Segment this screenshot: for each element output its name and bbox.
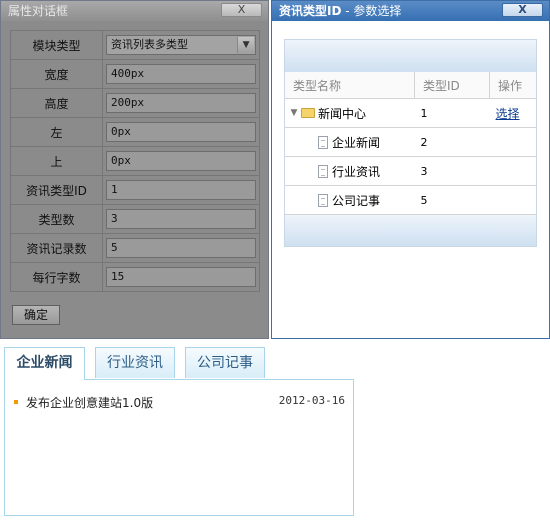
tree-node-label: 企业新闻: [332, 135, 381, 150]
folder-icon: [301, 108, 315, 118]
property-dialog-titlebar[interactable]: 属性对话框 X: [1, 1, 268, 21]
property-row: 左 0px: [9, 117, 260, 147]
height-field[interactable]: 200px: [106, 93, 257, 113]
property-dialog-title: 属性对话框: [8, 4, 69, 18]
property-row: 宽度 400px: [9, 59, 260, 89]
parameter-dialog: 资讯类型ID - 参数选择 X 类型名称 类型ID 操作 ▼ 新闻中心 1 选择: [271, 0, 550, 339]
property-row: 高度 200px: [9, 88, 260, 118]
parameter-dialog-title: 资讯类型ID: [279, 4, 342, 18]
property-label: 左: [9, 117, 104, 147]
tree-node-label: 行业资讯: [332, 164, 381, 179]
document-icon: [318, 164, 328, 178]
list-item[interactable]: 发布企业创意建站1.0版 2012-03-16: [13, 394, 345, 410]
left-field[interactable]: 0px: [106, 122, 257, 142]
tree-row[interactable]: 行业资讯 3: [285, 156, 536, 186]
module-type-select[interactable]: 资讯列表多类型 ▼: [106, 35, 257, 55]
tab-industry-news[interactable]: 行业资讯: [95, 347, 175, 378]
tab-company-notes[interactable]: 公司记事: [185, 347, 265, 378]
type-tree-panel: 类型名称 类型ID 操作 ▼ 新闻中心 1 选择 企业新闻 2 行业资讯 3 公…: [284, 39, 537, 247]
news-title-link[interactable]: 发布企业创意建站1.0版: [26, 394, 153, 411]
tree-node-label: 新闻中心: [318, 106, 367, 121]
ok-button[interactable]: 确定: [12, 305, 60, 325]
width-field[interactable]: 400px: [106, 64, 257, 84]
document-icon: [318, 135, 328, 149]
tree-node-id: 5: [414, 185, 490, 215]
property-label: 上: [9, 146, 104, 176]
news-date: 2012-03-16: [278, 394, 345, 407]
property-label: 资讯记录数: [9, 233, 104, 263]
property-dialog: 属性对话框 X 模块类型 资讯列表多类型 ▼ 宽度 400px 高度 200px…: [0, 0, 269, 339]
property-row: 模块类型 资讯列表多类型 ▼: [9, 30, 260, 60]
tree-node-id: 3: [414, 156, 490, 186]
property-label: 高度: [9, 88, 104, 118]
property-row: 类型数 3: [9, 204, 260, 234]
news-type-id-field[interactable]: 1: [106, 180, 257, 200]
select-link[interactable]: 选择: [490, 107, 520, 121]
expand-triangle-icon[interactable]: ▼: [287, 108, 301, 118]
chars-per-line-field[interactable]: 15: [106, 267, 257, 287]
parameter-dialog-titlebar[interactable]: 资讯类型ID - 参数选择 X: [272, 1, 549, 21]
property-label: 类型数: [9, 204, 104, 234]
property-row: 每行字数 15: [9, 262, 260, 292]
property-dialog-close-button[interactable]: X: [221, 3, 262, 17]
type-count-field[interactable]: 3: [106, 209, 257, 229]
record-count-field[interactable]: 5: [106, 238, 257, 258]
tree-header-band: [285, 40, 536, 72]
bullet-icon: [14, 400, 18, 404]
tree-node-id: 1: [414, 98, 490, 128]
property-label: 每行字数: [9, 262, 104, 292]
news-list-panel: 发布企业创意建站1.0版 2012-03-16: [4, 379, 354, 516]
column-header-action: 操作: [489, 72, 536, 99]
property-row: 资讯类型ID 1: [9, 175, 260, 205]
property-row: 资讯记录数 5: [9, 233, 260, 263]
tab-enterprise-news[interactable]: 企业新闻: [4, 347, 85, 380]
column-header-name: 类型名称: [285, 72, 415, 99]
property-row: 上 0px: [9, 146, 260, 176]
property-label: 模块类型: [9, 30, 104, 60]
parameter-dialog-close-button[interactable]: X: [502, 3, 543, 17]
parameter-dialog-subtitle: - 参数选择: [341, 4, 402, 18]
tree-row[interactable]: 企业新闻 2: [285, 127, 536, 157]
top-field[interactable]: 0px: [106, 151, 257, 171]
chevron-down-icon[interactable]: ▼: [237, 37, 255, 53]
tree-row[interactable]: 公司记事 5: [285, 185, 536, 215]
property-label: 资讯类型ID: [9, 175, 104, 205]
tree-footer-band: [285, 215, 536, 246]
tree-node-id: 2: [414, 127, 490, 157]
tree-node-label: 公司记事: [332, 193, 381, 208]
tree-header-row: 类型名称 类型ID 操作: [285, 72, 536, 99]
column-header-id: 类型ID: [414, 72, 490, 99]
property-table: 模块类型 资讯列表多类型 ▼ 宽度 400px 高度 200px 左 0px 上…: [9, 30, 260, 292]
type-tree-table: 类型名称 类型ID 操作 ▼ 新闻中心 1 选择 企业新闻 2 行业资讯 3 公…: [285, 72, 536, 215]
tree-row[interactable]: ▼ 新闻中心 1 选择: [285, 98, 536, 128]
module-type-value: 资讯列表多类型: [111, 38, 189, 51]
property-label: 宽度: [9, 59, 104, 89]
document-icon: [318, 193, 328, 207]
